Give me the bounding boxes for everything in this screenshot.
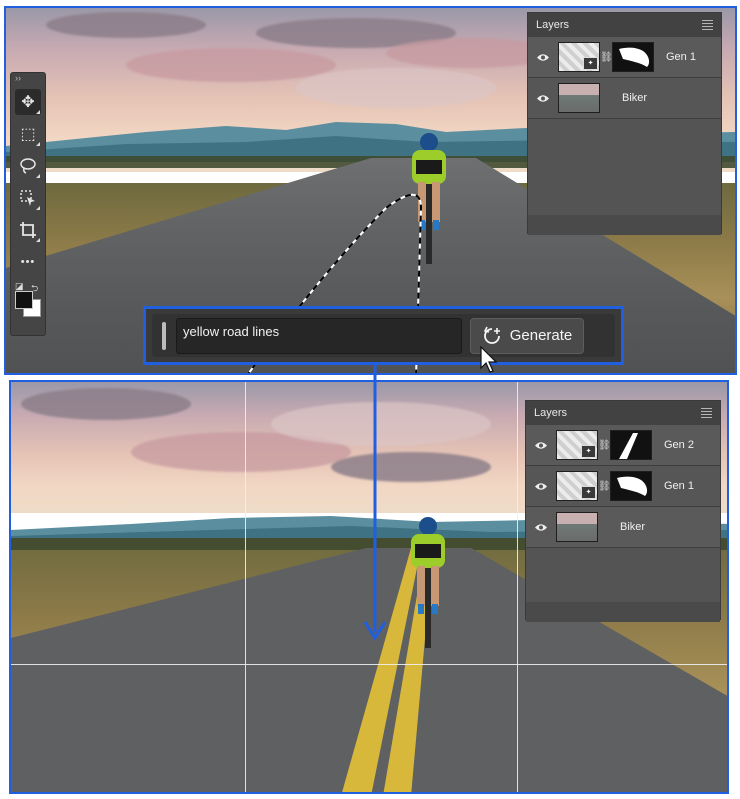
layer-thumbnail: ✦ [556,430,598,460]
layer-name: Biker [622,92,648,104]
layer-name: Gen 2 [664,439,694,451]
grid-line [245,382,246,792]
layer-name: Biker [620,521,646,533]
visibility-eye-icon[interactable] [526,441,556,450]
layer-mask-thumbnail[interactable] [610,471,652,501]
mask-link-icon[interactable]: ⛓ [598,440,611,451]
visibility-eye-icon[interactable] [528,94,558,103]
layer-row-biker[interactable]: Biker [526,507,720,548]
visibility-eye-icon[interactable] [526,482,556,491]
generative-badge-icon: ✦ [581,486,596,499]
panel-menu-icon[interactable] [701,408,712,418]
object-selection-icon [20,190,35,206]
move-icon: ✥ [21,94,35,111]
layer-mask-thumbnail[interactable] [610,430,652,460]
layer-thumbnail: ✦ [558,42,600,72]
generative-fill-prompt-bar: yellow road lines Generate [143,306,624,365]
generative-badge-icon: ✦ [583,57,598,70]
layer-thumbnail [556,512,598,542]
rectangular-marquee-icon: ⬚ [20,126,36,143]
move-tool[interactable]: ✥ [15,89,41,115]
tools-panel: ›› ✥ ⬚ ••• ◪ ⮌ [11,73,45,335]
mouse-pointer-icon [480,346,498,373]
layer-name: Gen 1 [666,51,696,63]
lasso-icon [20,158,36,174]
generate-label: Generate [509,327,573,344]
layers-panel-title: Layers [536,19,570,31]
object-selection-tool[interactable] [15,185,41,211]
panel-menu-icon[interactable] [702,20,713,30]
layers-panel-title: Layers [534,407,568,419]
generate-icon [483,326,500,344]
lasso-tool[interactable] [15,153,41,179]
crop-tool[interactable] [15,217,41,243]
down-arrow [363,364,387,641]
crop-icon [20,222,36,238]
visibility-eye-icon[interactable] [526,523,556,532]
layer-thumbnail: ✦ [556,471,598,501]
marquee-tool[interactable]: ⬚ [15,121,41,147]
layers-panel-after: Layers ✦ ⛓ Gen 2 ✦ ⛓ Gen 1 Biker [525,400,721,622]
mask-link-icon[interactable]: ⛓ [600,52,613,63]
more-tools-icon: ••• [20,256,36,268]
color-swatches: ◪ ⮌ [11,281,45,321]
drag-handle[interactable] [162,321,166,350]
toolbar-collapse-icon[interactable]: ›› [11,73,45,83]
layer-row-biker[interactable]: Biker [528,78,721,119]
grid-line [517,382,518,792]
layer-row-gen-1[interactable]: ✦ ⛓ Gen 1 [526,466,720,507]
layers-panel-before: Layers ✦ ⛓ Gen 1 Biker [527,12,722,235]
generative-badge-icon: ✦ [581,445,596,458]
layer-name: Gen 1 [664,480,694,492]
layer-row-gen-2[interactable]: ✦ ⛓ Gen 2 [526,425,720,466]
layer-thumbnail [558,83,600,113]
visibility-eye-icon[interactable] [528,53,558,62]
prompt-input[interactable]: yellow road lines [176,317,462,354]
mask-link-icon[interactable]: ⛓ [598,481,611,492]
foreground-color-swatch[interactable] [15,291,33,309]
layer-mask-thumbnail[interactable] [612,42,654,72]
more-tools[interactable]: ••• [15,249,41,275]
layer-row-gen-1[interactable]: ✦ ⛓ Gen 1 [528,37,721,78]
grid-line [11,664,727,665]
cyclist [411,517,445,648]
